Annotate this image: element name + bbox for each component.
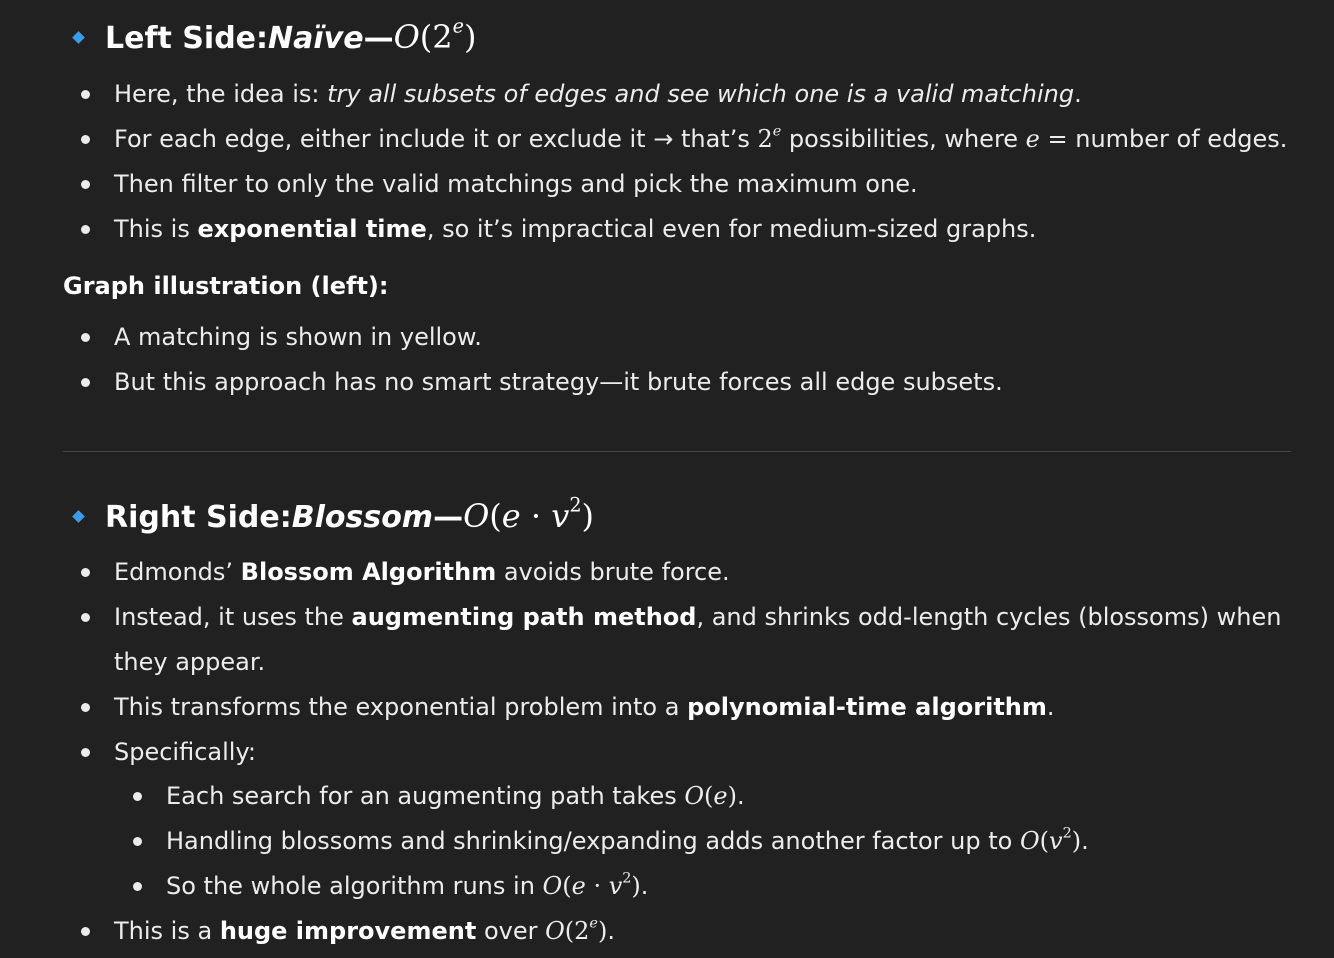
right-heading-name: Blossom [291,500,434,535]
list-item: Here, the idea is: try all subsets of ed… [81,72,1082,117]
list-item: Then filter to only the valid matchings … [81,162,918,207]
right-heading-dash: — [433,500,464,535]
left-heading-complexity: O(2e) [393,14,477,56]
bullet-icon [81,378,90,387]
bullet-icon [133,882,142,891]
bullet-icon [133,837,142,846]
sub-list-item: Each search for an augmenting path takes… [133,774,745,819]
math-o-2e: O(2e) [545,915,608,945]
bullet-icon [81,748,90,757]
list-item: A matching is shown in yellow. [81,315,482,360]
bullet-icon [81,225,90,234]
bullet-icon [81,180,90,189]
right-heading-prefix: Right Side: [105,500,292,535]
diamond-bullet-icon [72,510,85,523]
list-item: This transforms the exponential problem … [81,685,1055,730]
list-item: For each edge, either include it or excl… [81,117,1287,162]
right-heading-complexity: O(e · v2) [463,493,595,535]
list-item: Edmonds’ Blossom Algorithm avoids brute … [81,550,730,595]
math-2-pow-e: 2e [757,123,782,153]
sub-list-item: So the whole algorithm runs in O(e · v2)… [133,864,648,909]
math-o-e: O(e) [684,782,737,810]
diamond-bullet-icon [72,31,85,44]
list-item: This is a huge improvement over O(2e). [81,909,615,954]
list-item: Specifically: [81,730,256,775]
list-item: Instead, it uses the augmenting path met… [81,595,1281,640]
right-side-heading: Right Side: Blossom — O(e · v2) [72,493,595,535]
math-o-v2: O(v2) [1019,825,1082,855]
left-heading-prefix: Left Side: [105,21,269,56]
left-heading-name: Naïve [268,21,364,56]
bullet-icon [81,90,90,99]
bullet-icon [133,792,142,801]
bullet-icon [81,135,90,144]
bullet-icon [81,927,90,936]
list-item: But this approach has no smart strategy—… [81,360,1003,405]
left-side-heading: Left Side: Naïve — O(2e) [72,14,477,56]
list-item-continuation: they appear. [114,648,266,676]
bullet-icon [81,333,90,342]
document: Left Side: Naïve — O(2e) Here, the idea … [0,0,1334,958]
sub-list-item: Handling blossoms and shrinking/expandin… [133,819,1089,864]
graph-illustration-title: Graph illustration (left): [63,272,389,300]
bullet-icon [81,703,90,712]
bullet-icon [81,613,90,622]
list-item: This is exponential time, so it’s imprac… [81,207,1036,252]
left-heading-dash: — [363,21,394,56]
math-o-ev2: O(e · v2) [542,870,641,900]
section-divider [63,451,1291,452]
bullet-icon [81,568,90,577]
